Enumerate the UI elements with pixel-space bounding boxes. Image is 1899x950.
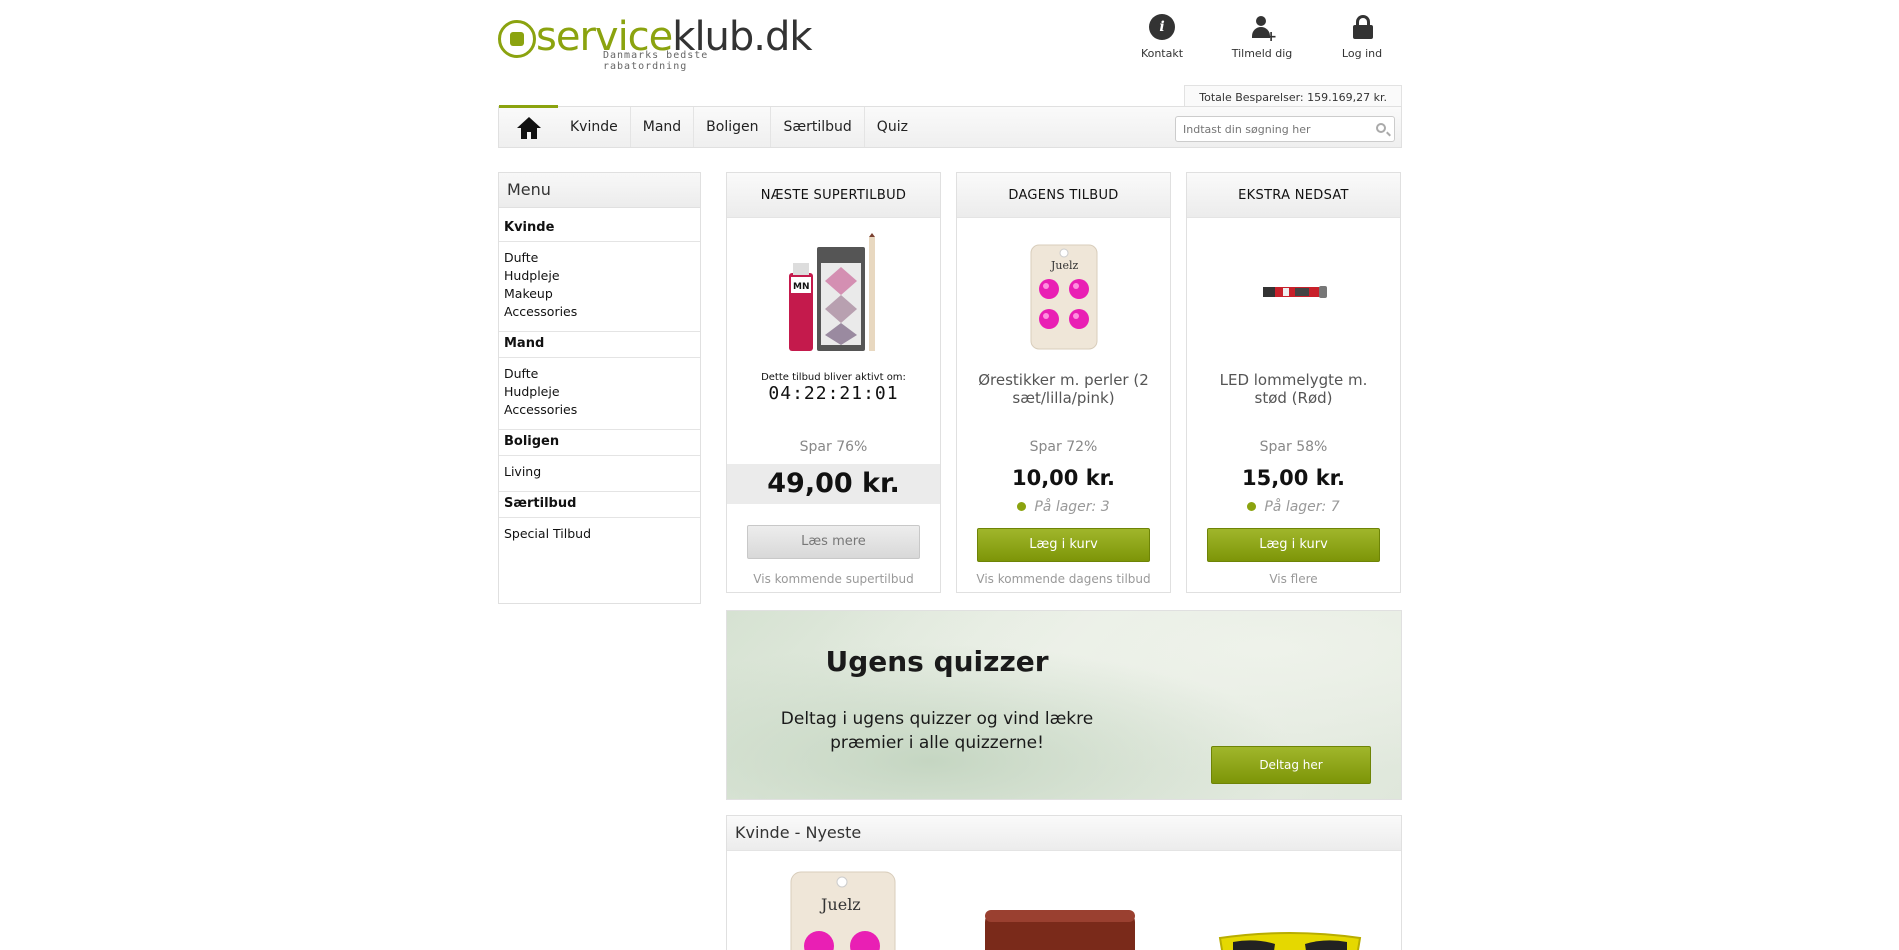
nav-item-mand[interactable]: Mand xyxy=(631,107,695,147)
signup-label: Tilmeld dig xyxy=(1231,47,1293,60)
stock-status: På lager: 7 xyxy=(1187,499,1400,515)
read-more-button[interactable]: Læs mere xyxy=(747,525,920,559)
add-to-cart-button[interactable]: Læg i kurv xyxy=(977,528,1150,562)
flashlight-image[interactable] xyxy=(1239,233,1349,353)
sidebar-link-boligen-living[interactable]: Living xyxy=(504,463,695,481)
show-more-link[interactable]: Vis flere xyxy=(1187,572,1400,586)
add-to-cart-button[interactable]: Læg i kurv xyxy=(1207,528,1380,562)
join-quiz-button[interactable]: Deltag her xyxy=(1211,746,1371,784)
signup-link[interactable]: + Tilmeld dig xyxy=(1222,14,1302,60)
product-name[interactable]: Ørestikker m. perler (2 sæt/lilla/pink) xyxy=(972,371,1155,407)
sidebar-group-boligen: Boligen Living xyxy=(499,434,700,492)
contact-label: Kontakt xyxy=(1140,47,1184,60)
sidebar-link-kvinde-makeup[interactable]: Makeup xyxy=(504,285,695,303)
product-thumbnail-earrings[interactable]: Juelz xyxy=(787,864,897,950)
main-nav: Kvinde Mand Boligen Særtilbud Quiz xyxy=(498,105,1402,148)
svg-text:MN: MN xyxy=(793,282,810,292)
offer-card-daily: DAGENS TILBUD Juelz Ørestikker m. perler… xyxy=(956,172,1171,593)
in-stock-dot-icon xyxy=(1017,502,1027,511)
sidebar-link-special-tilbud[interactable]: Special Tilbud xyxy=(504,525,695,543)
offer-card-heading: NÆSTE SUPERTILBUD xyxy=(727,173,940,218)
sidebar-title: Menu xyxy=(499,173,700,208)
svg-text:Juelz: Juelz xyxy=(819,895,861,914)
timer-label: Dette tilbud bliver aktivt om: xyxy=(761,372,906,383)
svg-text:Juelz: Juelz xyxy=(1050,259,1079,272)
product-thumbnail-jar[interactable] xyxy=(985,906,1135,950)
sidebar-link-mand-dufte[interactable]: Dufte xyxy=(504,365,695,383)
info-icon: i xyxy=(1149,14,1175,40)
discount-label: Spar 76% xyxy=(799,439,868,455)
price: 15,00 kr. xyxy=(1241,466,1346,490)
sidebar-group-title[interactable]: Kvinde xyxy=(499,220,700,242)
logo-tagline: Danmarks bedste rabatordning xyxy=(603,50,709,72)
search-box xyxy=(1175,116,1395,142)
login-label: Log ind xyxy=(1341,47,1383,60)
price: 49,00 kr. xyxy=(727,464,940,504)
upcoming-super-offers-link[interactable]: Vis kommende supertilbud xyxy=(727,572,940,586)
sidebar-group-title[interactable]: Boligen xyxy=(499,434,700,456)
search-icon[interactable] xyxy=(1376,123,1386,133)
stock-text: På lager: 7 xyxy=(1264,499,1340,515)
search-input[interactable] xyxy=(1176,117,1366,141)
login-link[interactable]: Log ind xyxy=(1322,14,1402,60)
sidebar-menu: Menu Kvinde Dufte Hudpleje Makeup Access… xyxy=(498,172,701,604)
nav-item-kvinde[interactable]: Kvinde xyxy=(558,107,631,147)
user-add-icon: + xyxy=(1249,14,1277,45)
sidebar-group-kvinde: Kvinde Dufte Hudpleje Makeup Accessories xyxy=(499,220,700,332)
newest-products-section: Kvinde - Nyeste Juelz xyxy=(726,815,1402,950)
stock-status: På lager: 3 xyxy=(957,499,1170,515)
upcoming-daily-offers-link[interactable]: Vis kommende dagens tilbud xyxy=(957,572,1170,586)
contact-link[interactable]: i Kontakt xyxy=(1122,14,1202,60)
sidebar-group-mand: Mand Dufte Hudpleje Accessories xyxy=(499,336,700,430)
sidebar-link-kvinde-hudpleje[interactable]: Hudpleje xyxy=(504,267,695,285)
site-logo[interactable]: serviceklub.dk Danmarks bedste rabatordn… xyxy=(498,14,813,72)
sidebar-group-title[interactable]: Særtilbud xyxy=(499,496,700,518)
offer-card-super: NÆSTE SUPERTILBUD MN Dette tilbud bliver… xyxy=(726,172,941,593)
earrings-image[interactable]: Juelz xyxy=(1009,233,1119,353)
product-thumbnail-sunglasses[interactable] xyxy=(1215,928,1365,950)
discount-label: Spar 58% xyxy=(1259,439,1328,455)
quiz-description: Deltag i ugens quizzer og vind lækre præ… xyxy=(780,709,1094,753)
nav-item-saertilbud[interactable]: Særtilbud xyxy=(771,107,865,147)
makeup-set-image[interactable]: MN xyxy=(779,233,889,353)
home-button[interactable] xyxy=(499,105,558,147)
product-name[interactable]: LED lommelygte m. stød (Rød) xyxy=(1202,371,1385,407)
sidebar-link-kvinde-accessories[interactable]: Accessories xyxy=(504,303,695,321)
offer-card-heading: EKSTRA NEDSAT xyxy=(1187,173,1400,218)
sidebar-link-kvinde-dufte[interactable]: Dufte xyxy=(504,249,695,267)
top-links: i Kontakt + Tilmeld dig Log ind xyxy=(1102,14,1402,60)
price: 10,00 kr. xyxy=(1011,466,1116,490)
stock-text: På lager: 3 xyxy=(1034,499,1110,515)
offer-card-extra: EKSTRA NEDSAT LED lommelygte m. stød (Rø… xyxy=(1186,172,1401,593)
sidebar-link-mand-hudpleje[interactable]: Hudpleje xyxy=(504,383,695,401)
sidebar-group-saertilbud: Særtilbud Special Tilbud xyxy=(499,496,700,553)
sidebar-link-mand-accessories[interactable]: Accessories xyxy=(504,401,695,419)
sidebar-group-title[interactable]: Mand xyxy=(499,336,700,358)
section-title: Kvinde - Nyeste xyxy=(727,816,1401,851)
in-stock-dot-icon xyxy=(1247,502,1257,511)
nav-item-boligen[interactable]: Boligen xyxy=(694,107,772,147)
countdown-timer: 04:22:21:01 xyxy=(768,383,899,404)
discount-label: Spar 72% xyxy=(1029,439,1098,455)
home-icon xyxy=(516,116,541,139)
nav-item-quiz[interactable]: Quiz xyxy=(865,107,920,147)
thumbs-up-icon xyxy=(498,20,536,58)
weekly-quiz-banner: Ugens quizzer Deltag i ugens quizzer og … xyxy=(726,610,1402,800)
offer-card-heading: DAGENS TILBUD xyxy=(957,173,1170,218)
lock-icon xyxy=(1349,14,1375,40)
quiz-title: Ugens quizzer xyxy=(825,645,1049,678)
